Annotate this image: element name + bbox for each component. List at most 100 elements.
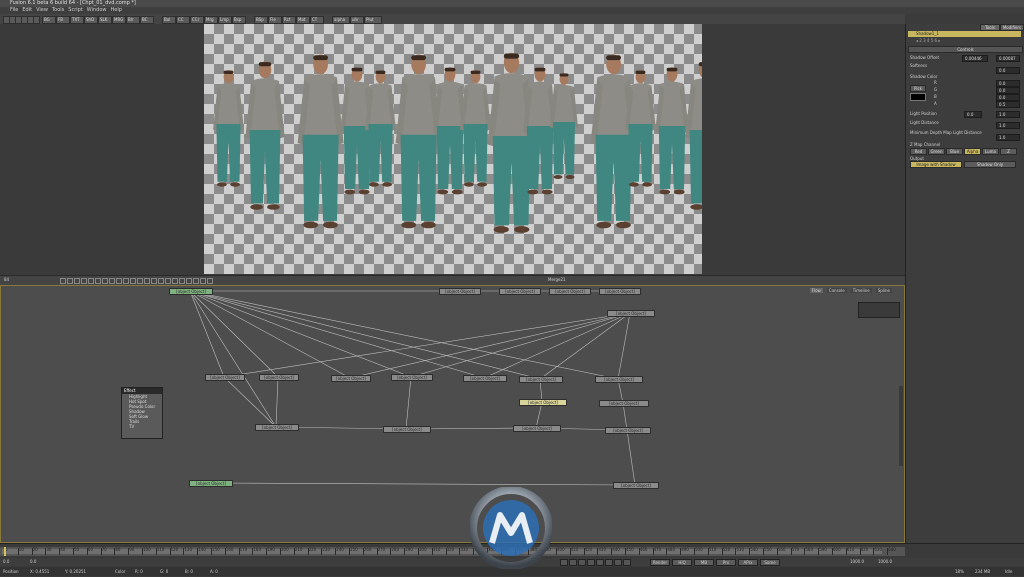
flow-node-shadow[interactable]: [object Object] <box>519 399 567 406</box>
viewer-tool-icon-3[interactable] <box>81 278 87 284</box>
flow-tab-timeline[interactable]: Timeline <box>850 288 872 293</box>
tool-button-fb[interactable]: FB <box>56 16 70 24</box>
viewer-tool-icon-6[interactable] <box>102 278 108 284</box>
zmap-option-luma[interactable]: Luma <box>982 148 999 155</box>
flow-node-m16[interactable]: [object Object] <box>605 427 651 434</box>
menu-tools[interactable]: Tools <box>52 7 64 14</box>
menu-help[interactable]: Help <box>111 7 122 14</box>
flow-node-m11[interactable]: [object Object] <box>595 376 643 383</box>
light-distance-field[interactable]: 1.0 <box>996 122 1020 129</box>
effect-context-menu[interactable]: Effect Highlight Hot Spot Pseudo Color Shad… <box>121 387 163 439</box>
flow-node-m10[interactable]: [object Object] <box>519 376 563 383</box>
flow-node-m4[interactable]: [object Object] <box>599 288 641 295</box>
output-shadow-only[interactable]: Shadow Only <box>964 161 1016 168</box>
light-position-x-field[interactable]: 0.0 <box>964 111 982 118</box>
shadow-color-swatch[interactable] <box>910 93 926 101</box>
quick-tool-icon-5[interactable] <box>33 16 40 24</box>
flow-tab-console[interactable]: Console <box>826 288 847 293</box>
flow-node-m3[interactable]: [object Object] <box>549 288 591 295</box>
viewer-tool-icon-18[interactable] <box>186 278 192 284</box>
node-title-bar[interactable]: Shadow1_1 <box>908 31 1021 37</box>
flow-tab-flow[interactable]: Flow <box>809 288 823 293</box>
zmap-option-z[interactable]: Z <box>1000 148 1017 155</box>
tool-button-alpha[interactable]: alpha <box>332 16 350 24</box>
viewer-tool-icon-17[interactable] <box>179 278 185 284</box>
viewer-tool-icon-1[interactable] <box>67 278 73 284</box>
tool-button-shd[interactable]: ShD <box>84 16 98 24</box>
tool-button-bol[interactable]: Bol <box>162 16 176 24</box>
flow-node-m2[interactable]: [object Object] <box>499 288 541 295</box>
tool-button-bsp[interactable]: Bsp <box>232 16 246 24</box>
flow-scrollbar[interactable] <box>899 386 903 466</box>
tool-button-mrg[interactable]: Mrg <box>204 16 218 24</box>
tool-button-blr[interactable]: Blr <box>126 16 140 24</box>
tool-button-txt[interactable]: TXT <box>70 16 84 24</box>
viewer-tool-icon-4[interactable] <box>88 278 94 284</box>
transport-button-prx[interactable]: Prx <box>716 559 736 566</box>
g-field[interactable]: 0.0 <box>996 87 1020 94</box>
transport-icon-5[interactable] <box>605 559 613 566</box>
flow-node-m8[interactable]: [object Object] <box>391 374 433 381</box>
viewer-tool-icon-21[interactable] <box>207 278 213 284</box>
menu-view[interactable]: View <box>36 7 48 14</box>
menu-file[interactable]: File <box>10 7 18 14</box>
zmap-option-red[interactable]: Red <box>910 148 927 155</box>
tool-button-plut[interactable]: Plut <box>364 16 382 24</box>
render-end[interactable]: 1000.0 <box>850 559 864 564</box>
time-end[interactable]: 1000.0 <box>878 559 892 564</box>
transport-icon-1[interactable] <box>569 559 577 566</box>
tab-tools[interactable]: Tools <box>980 24 1000 31</box>
menu-script[interactable]: Script <box>68 7 83 14</box>
viewer-tool-icon-0[interactable] <box>60 278 66 284</box>
tool-button-rct[interactable]: Rct <box>282 16 296 24</box>
flow-node-m13[interactable]: [object Object] <box>255 424 299 431</box>
menu-edit[interactable]: Edit <box>22 7 32 14</box>
viewer-tool-icon-12[interactable] <box>144 278 150 284</box>
viewer-tool-icon-7[interactable] <box>109 278 115 284</box>
time-current[interactable]: 0.0 <box>30 559 36 564</box>
shadow-offset-y-field[interactable]: 0.00087 <box>996 55 1020 62</box>
transport-icon-2[interactable] <box>578 559 586 566</box>
flow-node-m1[interactable]: [object Object] <box>439 288 481 295</box>
flow-tab-spline[interactable]: Spline <box>875 288 892 293</box>
time-ruler[interactable]: 0 10 20 30 40 50 60 70 80 90 100 110 120 130 140 150 160… <box>0 547 905 556</box>
a-field[interactable]: 0.5 <box>996 101 1020 108</box>
viewer-tool-icon-16[interactable] <box>172 278 178 284</box>
viewer-image[interactable] <box>204 24 725 274</box>
tool-button-bc[interactable]: BC <box>140 16 154 24</box>
transport-icon-6[interactable] <box>614 559 622 566</box>
pick-button[interactable]: Pick <box>910 85 926 92</box>
viewer-tool-icon-13[interactable] <box>151 278 157 284</box>
softness-field[interactable]: 0.0 <box>996 67 1020 74</box>
zmap-option-blue[interactable]: Blue <box>946 148 963 155</box>
tool-button-mat[interactable]: Mat <box>296 16 310 24</box>
controls-section[interactable]: Controls <box>908 46 1023 53</box>
output-image-with-shadow[interactable]: Image with Shadow <box>910 161 962 168</box>
tool-button-slk[interactable]: SLK <box>98 16 112 24</box>
time-start[interactable]: 0.0 <box>3 559 9 564</box>
flow-navigator[interactable] <box>858 302 900 318</box>
viewer-tool-icon-8[interactable] <box>116 278 122 284</box>
b-field[interactable]: 0.0 <box>996 94 1020 101</box>
tool-button-bsp[interactable]: BSp <box>254 16 268 24</box>
zmap-option-alpha[interactable]: Alpha <box>964 148 981 155</box>
viewer-tool-icon-15[interactable] <box>165 278 171 284</box>
tool-button-uhr[interactable]: uhr <box>350 16 364 24</box>
viewer-tool-icon-20[interactable] <box>200 278 206 284</box>
viewer-zoom[interactable]: 84 <box>4 277 9 282</box>
tool-button-fle[interactable]: Fle <box>268 16 282 24</box>
tool-button-lmp[interactable]: Lmp <box>218 16 232 24</box>
flow-node-m15[interactable]: [object Object] <box>513 425 561 432</box>
transport-button-render[interactable]: Render <box>650 559 670 566</box>
tab-modifiers[interactable]: Modifiers <box>1000 24 1024 31</box>
flow-node-m5[interactable]: [object Object] <box>205 374 245 381</box>
viewer-tool-icon-11[interactable] <box>137 278 143 284</box>
tool-button-bg[interactable]: BG <box>42 16 56 24</box>
transport-icon-0[interactable] <box>560 559 568 566</box>
transport-icon-3[interactable] <box>587 559 595 566</box>
r-field[interactable]: 0.0 <box>996 80 1020 87</box>
transport-icon-4[interactable] <box>596 559 604 566</box>
tool-button-mrg[interactable]: MRG <box>112 16 126 24</box>
transport-button-aprx[interactable]: APrx <box>738 559 758 566</box>
zmap-option-green[interactable]: Green <box>928 148 945 155</box>
